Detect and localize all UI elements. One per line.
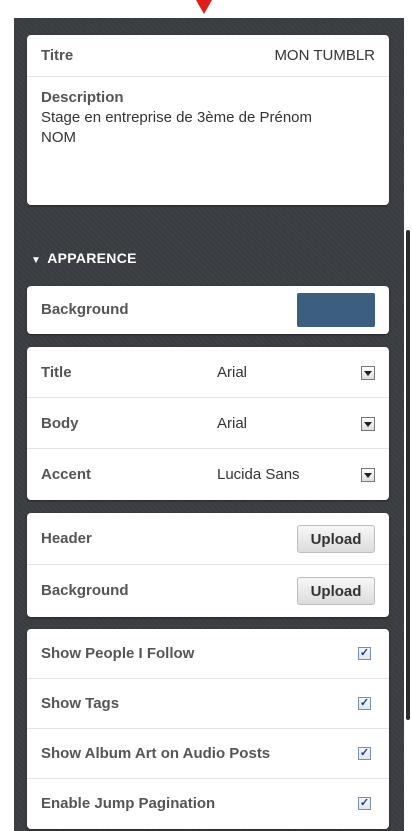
show-album-art-checkbox[interactable]: ✓	[358, 747, 371, 760]
header-upload-button[interactable]: Upload	[297, 525, 375, 553]
option-row[interactable]: Show People I Follow ✓	[27, 629, 389, 679]
images-card: Header Upload Background Upload	[27, 513, 389, 617]
description-text[interactable]: Stage en entreprise de 3ème de Prénom NO…	[27, 106, 389, 148]
description-line-1: Stage en entreprise de 3ème de Prénom	[41, 109, 313, 126]
option-label: Show People I Follow	[41, 645, 195, 662]
font-value-body[interactable]: Arial	[217, 415, 247, 432]
checkmark-icon: ✓	[359, 697, 370, 709]
scrollbar[interactable]	[406, 230, 410, 720]
background-color-row: Background	[27, 286, 389, 334]
chevron-down-icon[interactable]	[361, 417, 375, 431]
option-label: Enable Jump Pagination	[41, 795, 216, 812]
arrow-down-icon	[196, 0, 212, 14]
title-value[interactable]: MON TUMBLR	[274, 47, 375, 64]
triangle-down-icon: ▼	[31, 255, 42, 266]
appearance-section-header[interactable]: ▼ APPARENCE	[31, 250, 137, 266]
jump-pagination-checkbox[interactable]: ✓	[358, 797, 371, 810]
options-card: Show People I Follow ✓ Show Tags ✓ Show …	[27, 629, 389, 829]
fonts-card: Title Arial Body Arial Accent Lucida San…	[27, 347, 389, 500]
font-row-title: Title Arial	[27, 347, 389, 398]
checkmark-icon: ✓	[359, 797, 370, 809]
header-image-label: Header	[41, 530, 92, 547]
show-tags-checkbox[interactable]: ✓	[358, 697, 371, 710]
font-value-title[interactable]: Arial	[217, 364, 247, 381]
font-row-accent: Accent Lucida Sans	[27, 449, 389, 500]
checkmark-icon: ✓	[359, 747, 370, 759]
background-color-label: Background	[41, 301, 129, 318]
option-row[interactable]: Show Album Art on Audio Posts ✓	[27, 729, 389, 779]
checkmark-icon: ✓	[359, 647, 370, 659]
font-label-accent: Accent	[41, 466, 92, 483]
font-value-accent[interactable]: Lucida Sans	[217, 466, 300, 483]
description-label: Description	[41, 89, 124, 106]
chevron-down-icon[interactable]	[361, 366, 375, 380]
background-color-card: Background	[27, 286, 389, 334]
title-row[interactable]: Titre MON TUMBLR	[27, 35, 389, 77]
appearance-section-title: APPARENCE	[47, 250, 137, 266]
font-label-body: Body	[41, 415, 79, 432]
option-label: Show Tags	[41, 695, 120, 712]
description-row[interactable]: Description Stage en entreprise de 3ème …	[27, 77, 389, 205]
font-label-title: Title	[41, 364, 72, 381]
option-row[interactable]: Show Tags ✓	[27, 679, 389, 729]
chevron-down-icon[interactable]	[361, 468, 375, 482]
title-label: Titre	[41, 47, 74, 64]
option-row[interactable]: Enable Jump Pagination ✓	[27, 779, 389, 829]
description-line-2: NOM	[41, 129, 76, 146]
blog-info-card: Titre MON TUMBLR Description Stage en en…	[27, 35, 389, 205]
background-color-swatch[interactable]	[297, 293, 375, 327]
show-people-checkbox[interactable]: ✓	[358, 647, 371, 660]
header-image-row: Header Upload	[27, 513, 389, 565]
customize-panel: Titre MON TUMBLR Description Stage en en…	[14, 18, 404, 831]
background-upload-button[interactable]: Upload	[297, 577, 375, 605]
font-row-body: Body Arial	[27, 398, 389, 449]
background-image-row: Background Upload	[27, 565, 389, 617]
option-label: Show Album Art on Audio Posts	[41, 745, 271, 762]
background-image-label: Background	[41, 582, 129, 599]
